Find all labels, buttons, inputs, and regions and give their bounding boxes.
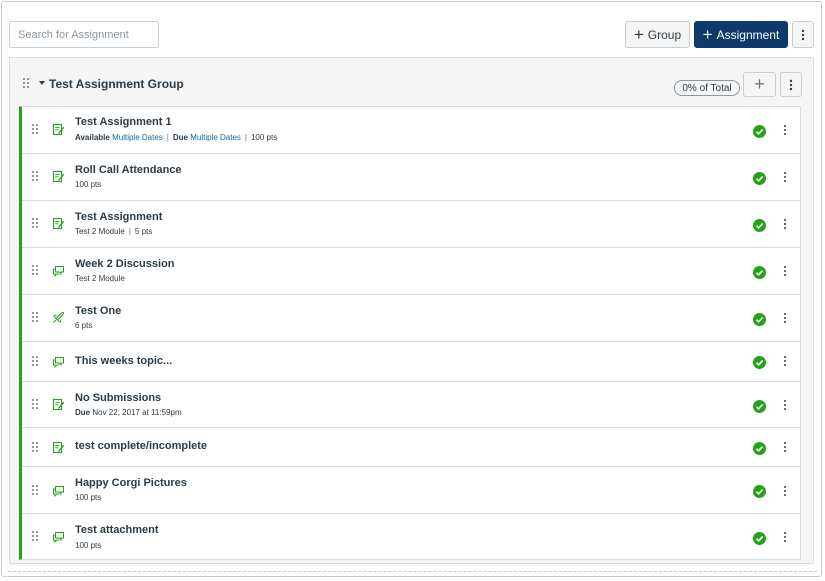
published-check-icon[interactable] <box>753 313 766 326</box>
assignment-row[interactable]: Test attachment 100 pts <box>22 514 800 559</box>
group-options-button[interactable] <box>780 72 802 97</box>
assignment-row[interactable]: Roll Call Attendance 100 pts <box>22 154 800 201</box>
assignment-title-link[interactable]: Test attachment <box>75 524 159 536</box>
drag-handle-icon[interactable] <box>23 78 29 90</box>
assignment-options-button[interactable] <box>780 355 790 369</box>
assignment-meta: 100 pts <box>75 541 102 550</box>
published-check-icon[interactable] <box>753 400 766 413</box>
assignment-options-button[interactable] <box>780 171 790 185</box>
published-check-icon[interactable] <box>753 219 766 232</box>
assignment-title-link[interactable]: Roll Call Attendance <box>75 164 182 176</box>
assignment-meta: Test 2 Module | 5 pts <box>75 227 153 236</box>
assignment-group: Test Assignment Group 0% of Total + Test… <box>9 57 814 564</box>
drag-handle-icon[interactable] <box>32 171 38 183</box>
assignment-group-header[interactable]: Test Assignment Group 0% of Total + <box>10 58 813 107</box>
assignment-row[interactable]: Test Assignment 1 Available Multiple Dat… <box>22 107 800 154</box>
add-assignment-label: Assignment <box>716 27 780 42</box>
assignment-icon <box>52 217 65 230</box>
assignment-title-link[interactable]: Happy Corgi Pictures <box>75 477 187 489</box>
assignment-icon <box>52 123 65 136</box>
published-check-icon[interactable] <box>753 442 766 455</box>
add-to-group-button[interactable]: + <box>743 72 776 97</box>
assignment-row[interactable]: Test One 6 pts <box>22 295 800 342</box>
assignment-row[interactable]: This weeks topic... <box>22 342 800 382</box>
assignment-row[interactable]: Week 2 Discussion Test 2 Module <box>22 248 800 295</box>
plus-icon: + <box>702 25 713 44</box>
plus-icon: + <box>633 25 644 44</box>
drag-handle-icon[interactable] <box>32 265 38 277</box>
drag-handle-icon[interactable] <box>32 531 38 543</box>
weight-badge: 0% of Total <box>674 80 740 96</box>
drag-handle-icon[interactable] <box>32 218 38 230</box>
assignment-meta: Due Nov 22, 2017 at 11:59pm <box>75 408 182 417</box>
due-dates-link[interactable]: Multiple Dates <box>190 133 241 142</box>
assignment-list: Test Assignment 1 Available Multiple Dat… <box>19 106 801 560</box>
add-group-button[interactable]: + Group <box>625 21 690 48</box>
assignment-icon <box>52 170 65 183</box>
assignment-meta: 100 pts <box>75 493 102 502</box>
assignment-meta: Available Multiple Dates | Due Multiple Da… <box>75 133 278 142</box>
drag-handle-icon[interactable] <box>32 399 38 411</box>
search-input[interactable] <box>9 21 159 48</box>
published-check-icon[interactable] <box>753 125 766 138</box>
published-check-icon[interactable] <box>753 356 766 369</box>
published-check-icon[interactable] <box>753 532 766 545</box>
drop-zone-divider <box>8 571 817 572</box>
discussion-icon <box>53 357 64 368</box>
page-options-button[interactable] <box>792 21 814 48</box>
assignment-options-button[interactable] <box>780 531 790 545</box>
group-title: Test Assignment Group <box>49 77 184 91</box>
available-dates-link[interactable]: Multiple Dates <box>112 133 163 142</box>
kebab-icon <box>789 79 793 90</box>
assignment-options-button[interactable] <box>780 312 790 326</box>
drag-handle-icon[interactable] <box>32 356 38 368</box>
collapse-caret-icon[interactable] <box>39 81 45 85</box>
published-check-icon[interactable] <box>753 485 766 498</box>
assignment-row[interactable]: No Submissions Due Nov 22, 2017 at 11:59… <box>22 382 800 428</box>
published-check-icon[interactable] <box>753 172 766 185</box>
discussion-icon <box>53 532 64 543</box>
assignment-options-button[interactable] <box>780 399 790 413</box>
published-check-icon[interactable] <box>753 266 766 279</box>
assignment-title-link[interactable]: No Submissions <box>75 392 161 404</box>
drag-handle-icon[interactable] <box>32 485 38 497</box>
drag-handle-icon[interactable] <box>32 124 38 136</box>
assignment-title-link[interactable]: Test Assignment 1 <box>75 116 172 128</box>
add-assignment-button[interactable]: + Assignment <box>694 21 788 48</box>
assignment-options-button[interactable] <box>780 124 790 138</box>
add-group-label: Group <box>647 27 682 42</box>
assignment-meta: 100 pts <box>75 180 102 189</box>
drag-handle-icon[interactable] <box>32 442 38 454</box>
assignment-icon <box>52 441 65 454</box>
assignment-row[interactable]: Test Assignment Test 2 Module | 5 pts <box>22 201 800 248</box>
assignment-row[interactable]: test complete/incomplete <box>22 428 800 467</box>
drag-handle-icon[interactable] <box>32 312 38 324</box>
assignment-options-button[interactable] <box>780 485 790 499</box>
assignment-title-link[interactable]: Test One <box>75 305 121 317</box>
assignment-title-link[interactable]: Week 2 Discussion <box>75 258 174 270</box>
plus-icon: + <box>754 74 765 94</box>
discussion-icon <box>53 486 64 497</box>
assignment-row[interactable]: Happy Corgi Pictures 100 pts <box>22 467 800 514</box>
assignment-options-button[interactable] <box>780 218 790 232</box>
assignment-meta: 6 pts <box>75 321 93 330</box>
assignment-title-link[interactable]: This weeks topic... <box>75 355 172 367</box>
assignment-options-button[interactable] <box>780 441 790 455</box>
discussion-icon <box>53 266 64 277</box>
assignment-title-link[interactable]: Test Assignment <box>75 211 162 223</box>
assignment-meta: Test 2 Module <box>75 274 125 283</box>
assignment-options-button[interactable] <box>780 265 790 279</box>
quiz-icon <box>53 311 65 323</box>
assignment-title-link[interactable]: test complete/incomplete <box>75 440 207 452</box>
kebab-icon <box>801 29 805 40</box>
assignment-icon <box>52 398 65 411</box>
